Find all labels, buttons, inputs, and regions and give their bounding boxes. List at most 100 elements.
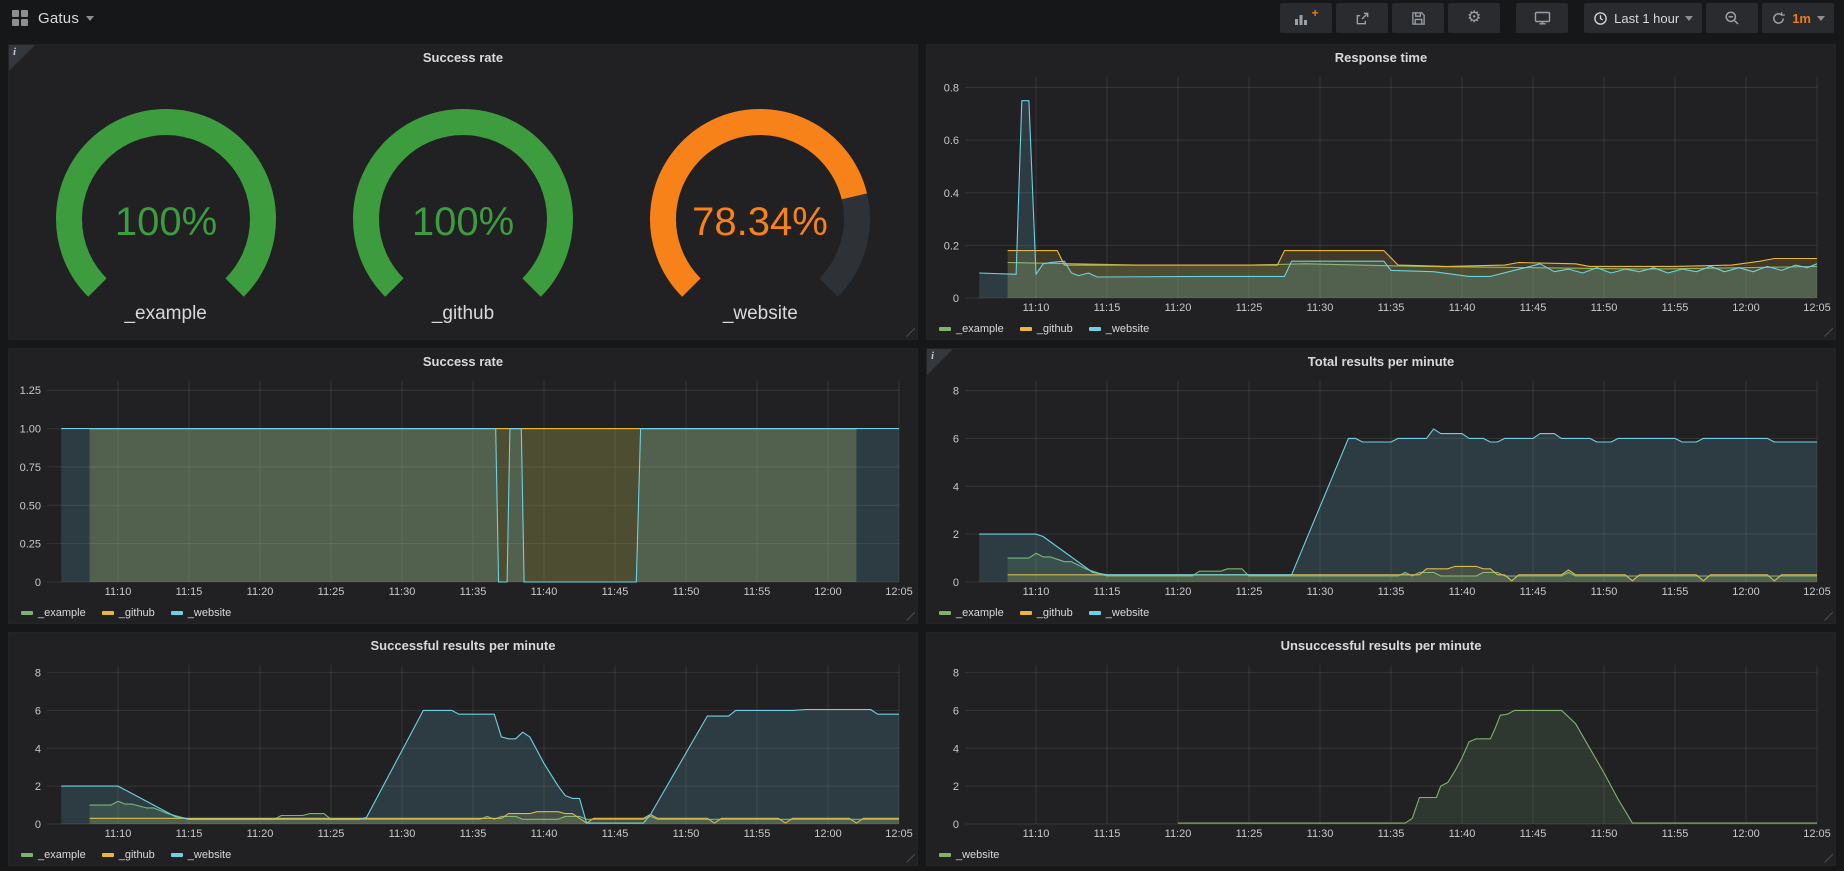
gauge-value: 100% bbox=[412, 200, 514, 244]
panel-resize-handle[interactable] bbox=[1823, 853, 1833, 863]
svg-text:0: 0 bbox=[35, 819, 41, 831]
svg-text:11:35: 11:35 bbox=[1378, 828, 1405, 840]
refresh-button[interactable]: 1m bbox=[1762, 3, 1834, 33]
legend-item[interactable]: _github bbox=[1020, 323, 1073, 335]
svg-text:11:55: 11:55 bbox=[744, 828, 771, 840]
legend-item[interactable]: _website bbox=[171, 607, 231, 619]
settings-button[interactable]: ⚙ bbox=[1448, 3, 1500, 33]
svg-text:11:10: 11:10 bbox=[105, 586, 132, 598]
legend-series-name: _website bbox=[188, 849, 231, 861]
legend-item[interactable]: _website bbox=[1089, 607, 1149, 619]
legend-series-name: _github bbox=[119, 849, 155, 861]
svg-text:0.8: 0.8 bbox=[944, 83, 959, 95]
legend-item[interactable]: _github bbox=[102, 849, 155, 861]
svg-text:11:50: 11:50 bbox=[1591, 828, 1618, 840]
svg-text:11:25: 11:25 bbox=[318, 586, 345, 598]
gauge-label: _github bbox=[432, 303, 494, 325]
legend-swatch bbox=[1089, 327, 1101, 331]
svg-text:11:10: 11:10 bbox=[1023, 828, 1050, 840]
legend-series-name: _example bbox=[38, 607, 86, 619]
svg-text:11:30: 11:30 bbox=[389, 828, 416, 840]
svg-text:4: 4 bbox=[953, 743, 959, 755]
svg-text:11:35: 11:35 bbox=[460, 828, 487, 840]
panel-title[interactable]: Success rate bbox=[9, 349, 917, 374]
legend-item[interactable]: _website bbox=[939, 849, 999, 861]
legend-swatch bbox=[939, 853, 951, 857]
panel-resize-handle[interactable] bbox=[905, 327, 915, 337]
dashboard-grid-icon[interactable] bbox=[12, 10, 28, 26]
dashboard-title-dropdown[interactable]: Gatus bbox=[38, 10, 94, 27]
panel-resize-handle[interactable] bbox=[1823, 611, 1833, 621]
svg-text:0: 0 bbox=[35, 577, 41, 589]
legend-item[interactable]: _website bbox=[1089, 323, 1149, 335]
legend-item[interactable]: _github bbox=[1020, 607, 1073, 619]
refresh-icon bbox=[1771, 11, 1786, 26]
chevron-down-icon bbox=[1817, 16, 1825, 21]
svg-text:6: 6 bbox=[953, 705, 959, 717]
panel-success-rate-gauges: i Success rate 100% _example 100% _githu… bbox=[8, 44, 918, 340]
svg-text:12:00: 12:00 bbox=[814, 586, 842, 598]
cycle-view-button[interactable] bbox=[1516, 3, 1568, 33]
svg-text:11:40: 11:40 bbox=[1449, 586, 1476, 598]
time-series-chart[interactable]: 0246811:1011:1511:2011:2511:3011:3511:40… bbox=[13, 659, 913, 841]
panel-resize-handle[interactable] bbox=[905, 611, 915, 621]
svg-text:12:00: 12:00 bbox=[814, 828, 842, 840]
panel-resize-handle[interactable] bbox=[905, 853, 915, 863]
svg-text:8: 8 bbox=[35, 668, 41, 680]
panel-title[interactable]: Success rate bbox=[9, 45, 917, 70]
svg-text:11:30: 11:30 bbox=[1307, 302, 1334, 314]
legend-swatch bbox=[939, 327, 951, 331]
gauge-value: 78.34% bbox=[692, 200, 828, 244]
svg-text:11:15: 11:15 bbox=[1094, 302, 1121, 314]
save-button[interactable] bbox=[1392, 3, 1444, 33]
add-panel-button[interactable]: + bbox=[1280, 3, 1332, 33]
svg-text:11:15: 11:15 bbox=[1094, 828, 1121, 840]
legend-swatch bbox=[171, 611, 183, 615]
svg-text:11:10: 11:10 bbox=[105, 828, 132, 840]
share-button[interactable] bbox=[1336, 3, 1388, 33]
svg-text:11:25: 11:25 bbox=[1236, 302, 1263, 314]
panel-title[interactable]: Total results per minute bbox=[927, 349, 1835, 374]
time-range-picker[interactable]: Last 1 hour bbox=[1584, 3, 1702, 33]
legend-series-name: _example bbox=[956, 607, 1004, 619]
svg-text:11:50: 11:50 bbox=[1591, 302, 1618, 314]
legend-item[interactable]: _example bbox=[939, 607, 1004, 619]
svg-text:0: 0 bbox=[953, 819, 959, 831]
svg-text:6: 6 bbox=[35, 705, 41, 717]
time-series-chart[interactable]: 00.20.40.60.811:1011:1511:2011:2511:3011… bbox=[931, 71, 1831, 315]
legend-series-name: _website bbox=[1106, 323, 1149, 335]
zoom-out-button[interactable] bbox=[1706, 3, 1758, 33]
panel-title[interactable]: Successful results per minute bbox=[9, 633, 917, 658]
svg-text:0: 0 bbox=[953, 577, 959, 589]
svg-text:11:45: 11:45 bbox=[1520, 586, 1547, 598]
panel-info-icon[interactable]: i bbox=[927, 349, 953, 375]
time-series-chart[interactable]: 0246811:1011:1511:2011:2511:3011:3511:40… bbox=[931, 659, 1831, 841]
panel-info-icon[interactable]: i bbox=[9, 45, 35, 71]
legend-item[interactable]: _example bbox=[21, 607, 86, 619]
svg-text:4: 4 bbox=[953, 481, 959, 493]
svg-text:11:35: 11:35 bbox=[1378, 302, 1405, 314]
chevron-down-icon bbox=[86, 16, 94, 21]
legend-series-name: _github bbox=[1037, 607, 1073, 619]
svg-text:8: 8 bbox=[953, 386, 959, 398]
panel-title[interactable]: Unsuccessful results per minute bbox=[927, 633, 1835, 658]
gauge-label: _website bbox=[723, 303, 798, 325]
svg-text:11:45: 11:45 bbox=[602, 586, 629, 598]
legend-item[interactable]: _website bbox=[171, 849, 231, 861]
legend-item[interactable]: _example bbox=[21, 849, 86, 861]
svg-text:11:15: 11:15 bbox=[176, 828, 203, 840]
panel-title[interactable]: Response time bbox=[927, 45, 1835, 70]
time-series-chart[interactable]: 0246811:1011:1511:2011:2511:3011:3511:40… bbox=[931, 375, 1831, 599]
legend-item[interactable]: _example bbox=[939, 323, 1004, 335]
svg-text:12:05: 12:05 bbox=[885, 828, 913, 840]
panel-resize-handle[interactable] bbox=[1823, 327, 1833, 337]
legend-item[interactable]: _github bbox=[102, 607, 155, 619]
svg-text:11:10: 11:10 bbox=[1023, 586, 1050, 598]
svg-text:11:15: 11:15 bbox=[1094, 586, 1121, 598]
series-area bbox=[979, 429, 1817, 582]
svg-text:11:20: 11:20 bbox=[1165, 828, 1192, 840]
svg-text:1.25: 1.25 bbox=[20, 385, 41, 397]
chart-legend: _example _github _website bbox=[939, 323, 1149, 335]
svg-text:11:45: 11:45 bbox=[1520, 302, 1547, 314]
time-series-chart[interactable]: 00.250.500.751.001.2511:1011:1511:2011:2… bbox=[13, 375, 913, 599]
